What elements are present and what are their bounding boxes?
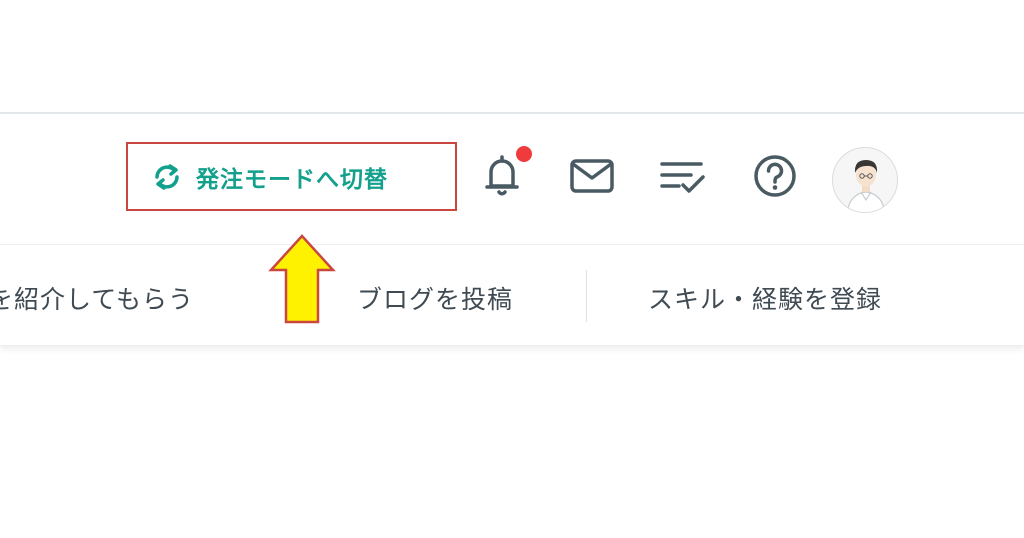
bell-icon bbox=[482, 152, 522, 204]
mail-icon bbox=[569, 158, 615, 198]
checklist-icon bbox=[659, 156, 707, 200]
help-icon bbox=[752, 153, 798, 203]
avatar-illustration bbox=[846, 160, 886, 212]
user-avatar[interactable] bbox=[832, 147, 898, 213]
subnav-item-post-blog[interactable]: ブログを投稿 bbox=[357, 280, 513, 316]
up-arrow-annotation-icon bbox=[268, 234, 336, 324]
notification-badge bbox=[516, 146, 532, 162]
sync-icon bbox=[150, 160, 184, 194]
help-button[interactable] bbox=[750, 152, 800, 204]
subnav-separator bbox=[586, 270, 587, 322]
messages-button[interactable] bbox=[567, 152, 617, 204]
subnav-item-get-introduced[interactable]: を紹介してもらう bbox=[0, 280, 194, 316]
subnav-item-register-skills[interactable]: スキル・経験を登録 bbox=[648, 280, 882, 316]
todo-list-button[interactable] bbox=[658, 152, 708, 204]
switch-to-order-mode-button[interactable]: 発注モードへ切替 bbox=[126, 142, 457, 211]
switch-mode-label: 発注モードへ切替 bbox=[196, 166, 388, 193]
